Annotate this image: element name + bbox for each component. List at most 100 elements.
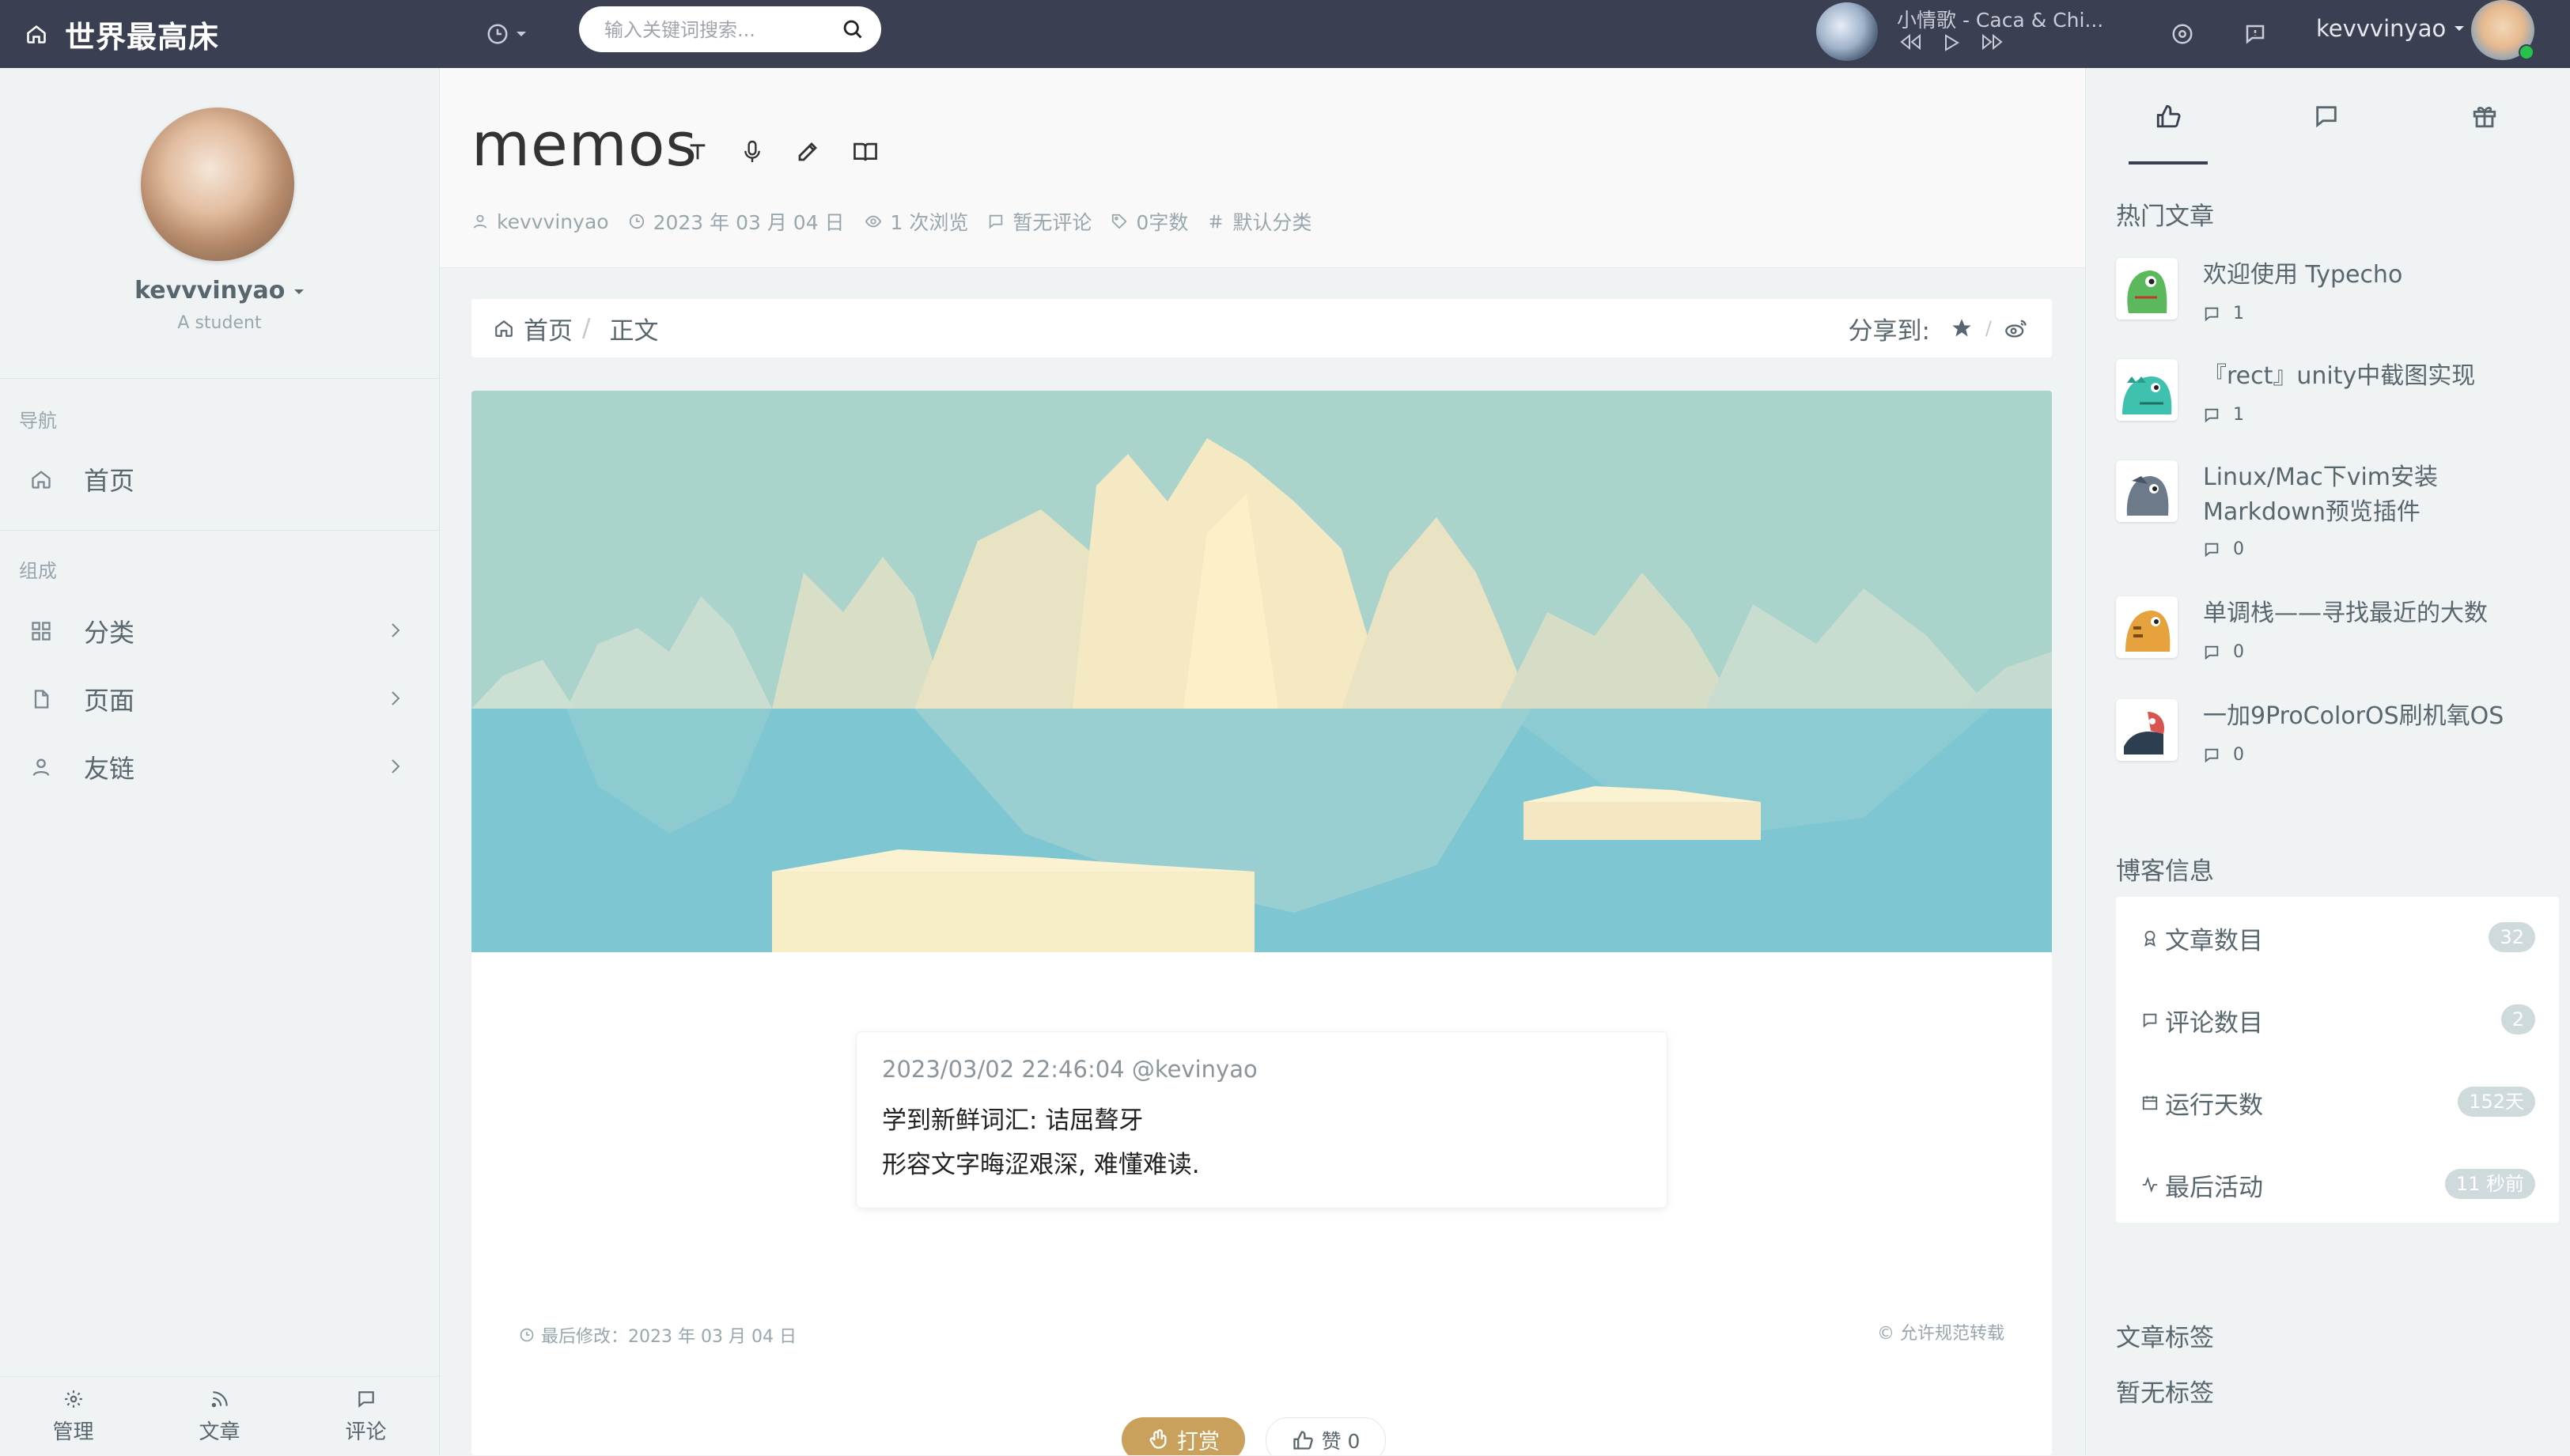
info-label: 运行天数 [2165,1091,2263,1120]
profile-name-text: kevvvinyao [134,277,286,304]
article-thumbnail [2116,359,2178,421]
comment-icon [990,214,1003,229]
sidebar-item-links[interactable]: 友链 [0,736,439,799]
target-button[interactable] [2171,0,2194,68]
message-button[interactable] [2243,0,2267,68]
tab-comments[interactable] [2287,103,2366,130]
comment-count: 0 [2233,539,2244,559]
hot-article-comment-count: 1 [2203,405,2244,425]
search-icon[interactable] [842,18,864,40]
profile-subtitle: A student [177,313,262,333]
rss-icon [211,1390,228,1407]
book-icon[interactable] [853,141,878,163]
articles-label: 文章 [199,1420,240,1444]
comment-icon [2316,106,2337,128]
chevron-right-icon [390,622,401,639]
user-menu[interactable]: kevvvinyao [2316,0,2465,57]
meta-views: 1 次浏览 [864,207,968,236]
meta-words-text: 0字数 [1136,211,1189,234]
hot-article-title: 一加9ProColorOS刷机氧OS [2203,702,2504,730]
like-button[interactable]: 赞 0 [1266,1417,1386,1455]
sidebar-item-label: 首页 [84,466,135,496]
reward-button[interactable]: 打赏 [1122,1417,1245,1455]
info-row-uptime: 运行天数 152天 [2116,1061,2559,1144]
comment-icon [2205,307,2219,321]
profile-name[interactable]: kevvvinyao [0,277,439,304]
user-icon [473,214,487,229]
comment-icon [2205,645,2219,660]
album-cover[interactable] [1816,2,1878,61]
count-badge: 2 [2500,1004,2535,1034]
thumbs-up-icon [1293,1431,1313,1450]
memo-line: 学到新鲜词汇: 诘屈聱牙 [882,1106,1144,1135]
eye-icon [865,215,881,228]
sidebar-item-home[interactable]: 首页 [0,448,439,511]
play-icon[interactable] [1943,33,1960,52]
post-title: memos [471,109,698,180]
hot-article-comment-count: 0 [2203,642,2244,662]
gear-icon [64,1390,82,1408]
microphone-icon[interactable] [742,139,763,165]
rewind-icon[interactable] [1898,33,1922,52]
home-icon [494,318,514,338]
weibo-icon[interactable] [2004,318,2028,338]
memo-line: 形容文字晦涩艰深, 难懂难读. [882,1151,1200,1179]
info-row-comments: 评论数目 2 [2116,979,2559,1061]
star-icon[interactable] [1951,317,1973,339]
copyright-notice: © 允许规范转载 [1877,1324,2004,1344]
post-banner-image [471,391,2052,952]
profile-avatar[interactable] [141,108,294,261]
last-modified: 最后修改：2023 年 03 月 04 日 [519,1322,797,1348]
hot-articles-heading: 热门文章 [2116,202,2214,231]
breadcrumb-separator: / [582,314,591,342]
comment-icon [2205,748,2219,762]
breadcrumb: 首页 / 正文 分享到: / [471,299,2052,357]
user-icon [0,756,74,778]
meta-comments[interactable]: 暂无评论 [987,207,1092,236]
clock-icon [520,1328,534,1342]
clock-icon [486,22,509,46]
user-name: kevvvinyao [2316,15,2447,42]
meta-author-text: kevvvinyao [497,210,609,233]
tab-hot[interactable] [2129,103,2208,130]
post-meta: kevvvinyao 2023 年 03 月 04 日 1 次浏览 暂无评论 0… [471,207,1311,236]
history-dropdown[interactable] [486,0,527,68]
last-modified-text: 最后修改：2023 年 03 月 04 日 [541,1327,797,1347]
sidebar-item-category[interactable]: 分类 [0,599,439,663]
text-size-icon[interactable] [687,140,709,164]
manage-button[interactable]: 管理 [0,1377,146,1456]
search-input[interactable] [603,6,843,54]
hot-article-comment-count: 0 [2203,539,2244,559]
count-badge: 11 秒前 [2444,1169,2535,1199]
hot-article-comment-count: 1 [2203,304,2244,323]
tag-icon [1112,214,1127,229]
breadcrumb-home[interactable]: 首页 [524,311,573,346]
hot-article-title: 『rect』unity中截图实现 [2203,362,2476,390]
post-card: 2023/03/02 22:46:04 @kevinyao 学到新鲜词汇: 诘屈… [471,391,2052,1455]
sidebar-item-pages[interactable]: 页面 [0,667,439,731]
site-brand[interactable]: 世界最高床 [25,0,219,68]
tab-gift[interactable] [2445,103,2524,130]
grid-icon [0,620,74,642]
edit-icon[interactable] [796,140,819,164]
meta-author[interactable]: kevvvinyao [471,210,609,233]
calendar-icon [2141,1094,2165,1111]
articles-rss-button[interactable]: 文章 [146,1377,293,1456]
meta-comments-text: 暂无评论 [1012,211,1092,234]
hot-article-comment-count: 0 [2203,745,2244,765]
meta-category[interactable]: 默认分类 [1207,207,1311,236]
home-icon [25,23,47,45]
chevron-right-icon [390,690,401,707]
thumbs-up-icon [2156,104,2181,128]
award-icon [2141,928,2165,947]
fast-forward-icon[interactable] [1981,33,2004,52]
hot-article-title: 欢迎使用 Typecho [2203,261,2403,289]
article-thumbnail [2116,460,2178,522]
compose-heading: 组成 [19,560,57,582]
divider [0,378,439,379]
article-thumbnail [2116,258,2178,320]
meta-words: 0字数 [1111,207,1188,236]
share-separator: / [1985,317,1992,339]
comments-button[interactable]: 评论 [293,1377,439,1456]
info-row-posts: 文章数目 32 [2116,897,2559,979]
